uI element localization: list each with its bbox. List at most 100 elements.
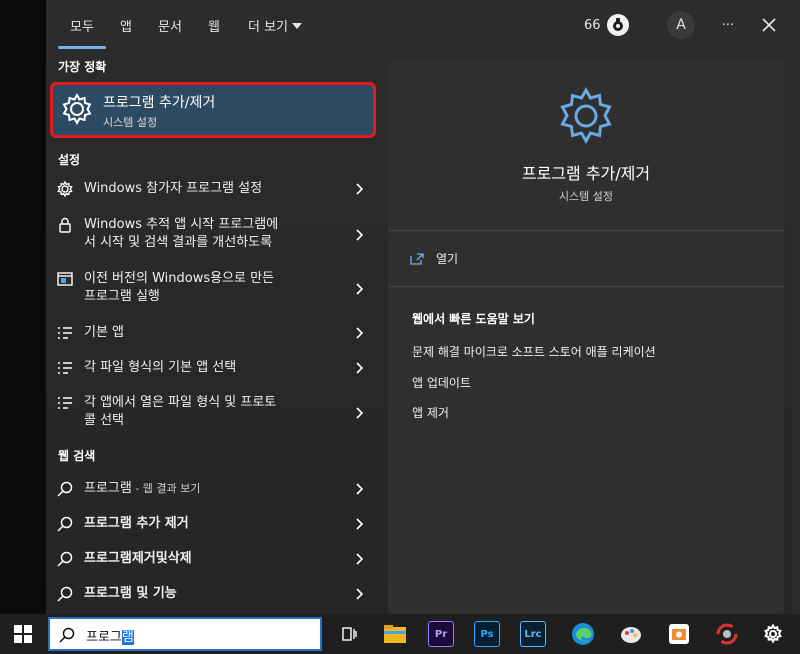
open-button[interactable]: 열기 <box>410 250 458 267</box>
chevron-right-icon <box>356 183 364 195</box>
chevron-right-icon <box>356 588 364 600</box>
search-tabs-bar: 모두 앱 문서 웹 더 보기 66 A ··· <box>46 0 792 50</box>
tab-more[interactable]: 더 보기 <box>248 16 303 35</box>
photo-app-icon[interactable] <box>666 621 692 647</box>
settings-heading: 설정 <box>58 153 81 167</box>
caret-down-icon <box>292 22 303 29</box>
avatar: A <box>667 11 695 39</box>
search-query-text: 프로그램 <box>86 626 134 645</box>
web-search-item[interactable]: 프로그램 추가 제거 <box>50 511 370 537</box>
task-view-icon[interactable] <box>336 621 362 647</box>
search-icon <box>59 627 75 643</box>
taskbar: 프로그램 Pr Ps Lrc <box>0 614 800 654</box>
chevron-right-icon <box>356 327 364 339</box>
chevron-right-icon <box>356 407 364 419</box>
settings-item-line2: 콜 선택 <box>84 413 125 428</box>
list-icon <box>58 397 72 409</box>
settings-item-label: Windows 참가자 프로그램 설정 <box>84 181 263 196</box>
results-list: 가장 정확 프로그램 추가/제거 시스템 설정 설정 Windows 참가자 프… <box>46 50 376 614</box>
search-query-selected: 램 <box>121 630 134 645</box>
edge-icon[interactable] <box>570 621 596 647</box>
desktop-background <box>0 0 46 614</box>
tab-more-label: 더 보기 <box>248 20 289 35</box>
chevron-right-icon <box>356 483 364 495</box>
chevron-right-icon <box>356 518 364 530</box>
web-search-label: 프로그램 - 웹 결과 보기 <box>84 480 334 498</box>
desktop-background-right <box>792 0 800 614</box>
search-query-plain: 프로그 <box>86 630 122 645</box>
search-icon <box>57 481 73 497</box>
web-help-heading: 웹에서 빠른 도움말 보기 <box>412 312 535 326</box>
settings-item-default-apps[interactable]: 기본 앱 <box>50 320 370 346</box>
settings-gear-icon[interactable] <box>760 621 786 647</box>
settings-item-line1: Windows 추적 앱 시작 프로그램에 <box>84 217 279 232</box>
settings-item-line2: 프로그램 실행 <box>84 289 160 304</box>
chevron-right-icon <box>356 283 364 295</box>
preview-divider <box>388 230 784 231</box>
paint-icon[interactable] <box>618 621 644 647</box>
tab-all[interactable]: 모두 <box>70 16 94 35</box>
best-match-result[interactable]: 프로그램 추가/제거 시스템 설정 <box>50 82 376 138</box>
web-help-link[interactable]: 앱 업데이트 <box>412 374 471 391</box>
close-icon <box>762 18 776 32</box>
windows-start-icon[interactable] <box>14 625 32 643</box>
search-icon <box>57 551 73 567</box>
settings-item-compatibility[interactable]: 이전 버전의 Windows용으로 만든 프로그램 실행 <box>50 266 370 310</box>
list-icon <box>58 327 72 339</box>
web-search-label: 프로그램제거및삭제 <box>84 551 192 566</box>
list-icon <box>58 362 72 374</box>
settings-item-line1: 이전 버전의 Windows용으로 만든 <box>84 271 275 286</box>
account-button[interactable]: A <box>666 10 696 40</box>
lightroom-icon[interactable]: Lrc <box>520 621 546 647</box>
settings-item-insider[interactable]: Windows 참가자 프로그램 설정 <box>50 176 370 202</box>
web-search-label: 프로그램 추가 제거 <box>84 516 189 531</box>
web-search-label: 프로그램 및 기능 <box>84 586 177 601</box>
chevron-right-icon <box>356 362 364 374</box>
preview-divider <box>388 286 784 287</box>
file-explorer-icon[interactable] <box>382 621 408 647</box>
tab-web[interactable]: 웹 <box>208 16 220 35</box>
settings-item-line1: 각 앱에서 열은 파일 형식 및 프로토 <box>84 395 277 410</box>
settings-item-tracking[interactable]: Windows 추적 앱 시작 프로그램에 서 시작 및 검색 결과를 개선하도… <box>50 212 370 256</box>
search-icon <box>57 586 73 602</box>
chevron-right-icon <box>356 553 364 565</box>
open-external-icon <box>410 252 424 265</box>
photoshop-icon[interactable]: Ps <box>474 621 500 647</box>
settings-gear-icon <box>560 86 612 145</box>
web-search-item[interactable]: 프로그램 - 웹 결과 보기 <box>50 476 370 502</box>
close-button[interactable] <box>756 10 782 40</box>
settings-item-label: 각 파일 형식의 기본 앱 선택 <box>84 360 237 375</box>
tab-apps[interactable]: 앱 <box>120 16 132 35</box>
best-match-title: 프로그램 추가/제거 <box>103 95 216 111</box>
chevron-right-icon <box>356 229 364 241</box>
more-options-button[interactable]: ··· <box>714 10 742 40</box>
compatibility-window-icon <box>57 272 73 286</box>
open-label: 열기 <box>436 252 459 266</box>
settings-item-default-by-file-type[interactable]: 각 파일 형식의 기본 앱 선택 <box>50 355 370 381</box>
settings-gear-icon <box>62 92 92 126</box>
settings-item-protocol[interactable]: 각 앱에서 열은 파일 형식 및 프로토 콜 선택 <box>50 390 370 434</box>
settings-item-label: 기본 앱 <box>84 325 125 340</box>
settings-item-label: Windows 추적 앱 시작 프로그램에 서 시작 및 검색 결과를 개선하도… <box>84 216 334 252</box>
search-icon <box>57 516 73 532</box>
recorder-icon[interactable] <box>714 621 740 647</box>
web-search-item[interactable]: 프로그램 및 기능 <box>50 581 370 607</box>
taskbar-search-input[interactable]: 프로그램 <box>48 617 322 651</box>
best-match-heading: 가장 정확 <box>58 60 107 74</box>
lock-icon <box>59 217 71 233</box>
web-search-hint: - 웹 결과 보기 <box>131 482 201 495</box>
premiere-icon[interactable]: Pr <box>428 621 454 647</box>
web-search-item[interactable]: 프로그램제거및삭제 <box>50 546 370 572</box>
search-panel: 모두 앱 문서 웹 더 보기 66 A ··· 가장 정확 프로그램 추가/제거… <box>46 0 792 614</box>
rewards-icon <box>606 14 629 36</box>
rewards-points[interactable]: 66 <box>584 10 629 40</box>
web-search-query: 프로그램 <box>84 481 132 496</box>
web-help-link[interactable]: 앱 제거 <box>412 404 449 421</box>
points-count: 66 <box>584 17 601 33</box>
web-help-link[interactable]: 문제 해결 마이크로 소프트 스토어 애플 리케이션 <box>412 343 656 360</box>
settings-item-label: 이전 버전의 Windows용으로 만든 프로그램 실행 <box>84 270 334 306</box>
tab-documents[interactable]: 문서 <box>158 16 182 35</box>
preview-title: 프로그램 추가/제거 <box>521 164 651 183</box>
settings-item-line2: 서 시작 및 검색 결과를 개선하도록 <box>84 235 273 250</box>
web-search-heading: 웹 검색 <box>58 449 96 463</box>
